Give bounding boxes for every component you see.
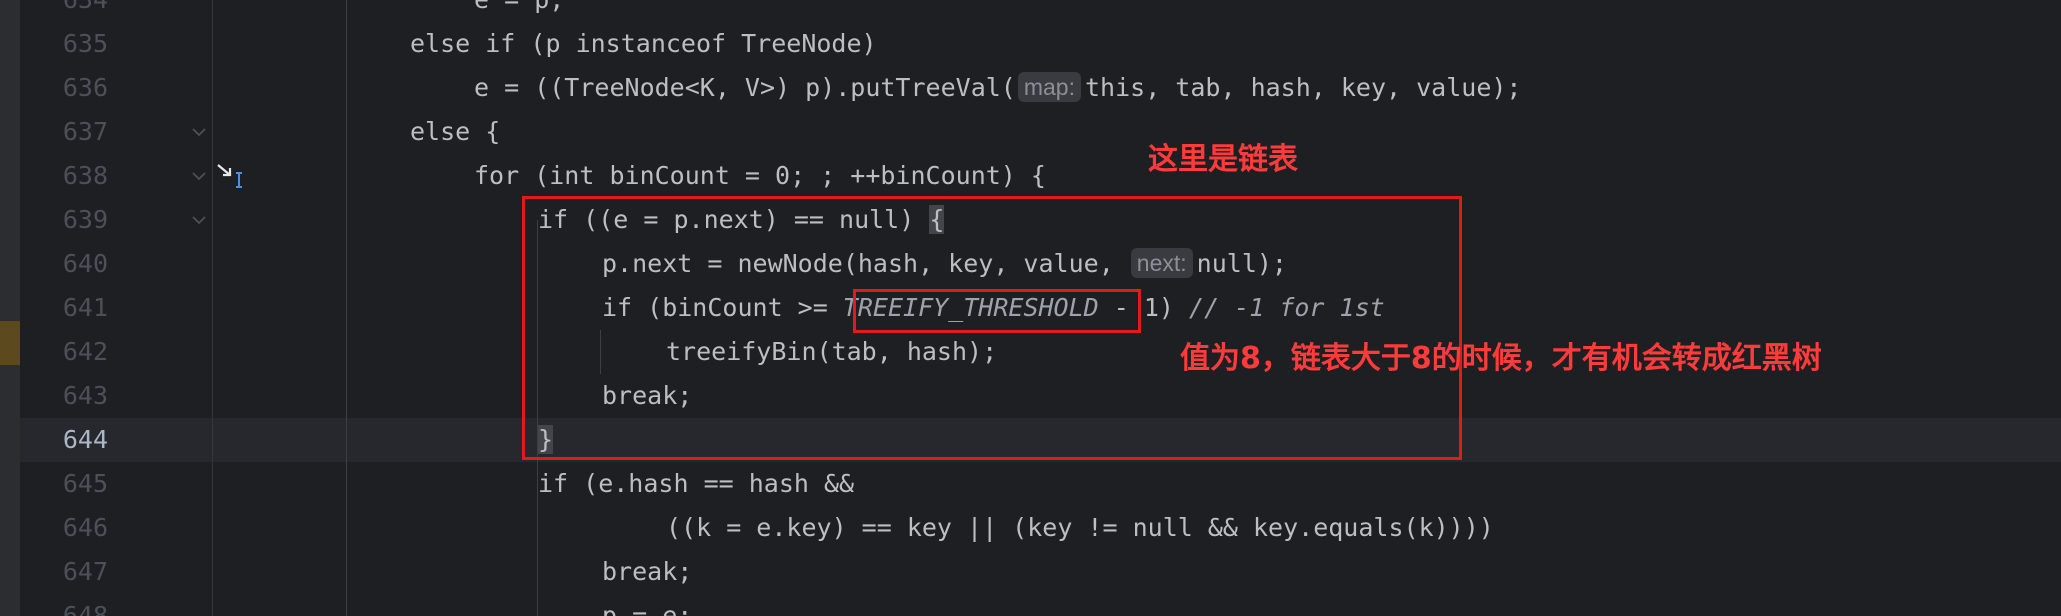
line-number[interactable]: 635 bbox=[20, 22, 108, 66]
line-number[interactable]: 642 bbox=[20, 330, 108, 374]
code-line[interactable]: else if (p instanceof TreeNode) bbox=[410, 22, 877, 66]
fold-chevron-icon[interactable] bbox=[190, 214, 208, 226]
code-line[interactable]: for (int binCount = 0; ; ++binCount) { bbox=[474, 154, 1046, 198]
fold-chevron-icon[interactable] bbox=[190, 126, 208, 138]
code-line[interactable]: else { bbox=[410, 110, 500, 154]
code-line[interactable]: ((k = e.key) == key || (key != null && k… bbox=[666, 506, 1494, 550]
line-number[interactable]: 646 bbox=[20, 506, 108, 550]
parameter-hint: map: bbox=[1017, 72, 1081, 102]
line-number[interactable]: 634 bbox=[20, 0, 108, 22]
code-editor[interactable]: 634 635 636 637 638 639 640 641 642 643 … bbox=[0, 0, 2061, 616]
threshold-highlight-box bbox=[853, 289, 1141, 333]
line-number[interactable]: 636 bbox=[20, 66, 108, 110]
line-number[interactable]: 637 bbox=[20, 110, 108, 154]
annotation-threshold-note: 值为8，链表大于8的时候，才有机会转成红黑树 bbox=[1180, 341, 1822, 376]
code-line[interactable]: e = p; bbox=[474, 0, 564, 22]
annotation-linked-list: 这里是链表 bbox=[1148, 142, 1298, 177]
line-number[interactable]: 643 bbox=[20, 374, 108, 418]
line-number[interactable]: 647 bbox=[20, 550, 108, 594]
line-number[interactable]: 648 bbox=[20, 594, 108, 616]
code-line[interactable]: if (e.hash == hash && bbox=[538, 462, 854, 506]
line-number[interactable]: 639 bbox=[20, 198, 108, 242]
line-number[interactable]: 641 bbox=[20, 286, 108, 330]
code-line[interactable]: break; bbox=[602, 550, 692, 594]
mouse-cursor-icon bbox=[216, 163, 248, 193]
line-number-active[interactable]: 644 bbox=[20, 418, 108, 462]
line-number[interactable]: 645 bbox=[20, 462, 108, 506]
line-number[interactable]: 638 bbox=[20, 154, 108, 198]
line-number[interactable]: 640 bbox=[20, 242, 108, 286]
code-line[interactable]: e = ((TreeNode<K, V>) p).putTreeVal(map:… bbox=[474, 66, 1522, 110]
fold-chevron-icon[interactable] bbox=[190, 170, 208, 182]
code-line[interactable]: p = e; bbox=[602, 594, 692, 616]
